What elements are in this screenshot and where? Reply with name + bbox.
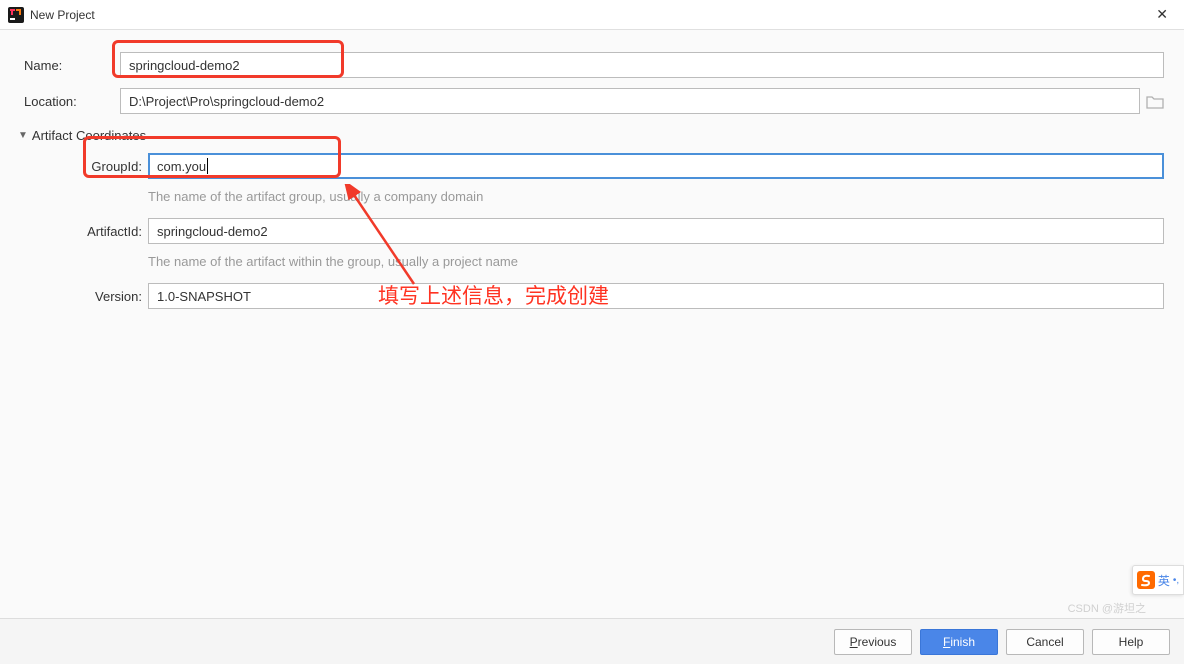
folder-icon[interactable] — [1146, 93, 1164, 109]
cancel-button[interactable]: Cancel — [1006, 629, 1084, 655]
version-input[interactable] — [148, 283, 1164, 309]
location-input[interactable] — [120, 88, 1140, 114]
groupid-row: GroupId: com.you — [48, 153, 1164, 179]
name-row: Name: — [20, 52, 1164, 78]
text-caret — [207, 158, 208, 174]
ime-badge[interactable]: 英 •, — [1132, 565, 1184, 595]
watermark: CSDN @游坦之 — [1068, 600, 1146, 616]
artifactid-hint: The name of the artifact within the grou… — [148, 254, 1164, 269]
groupid-input[interactable]: com.you — [148, 153, 1164, 179]
chevron-down-icon[interactable]: ▼ — [18, 130, 28, 141]
artifact-section-header[interactable]: ▼ Artifact Coordinates — [18, 128, 1164, 143]
location-row: Location: — [20, 88, 1164, 114]
content-area: Name: Location: ▼ Artifact Coordinates G… — [0, 30, 1184, 309]
groupid-label: GroupId: — [48, 159, 148, 174]
section-title: Artifact Coordinates — [32, 128, 146, 143]
name-input[interactable] — [120, 52, 1164, 78]
groupid-hint: The name of the artifact group, usually … — [148, 189, 1164, 204]
artifactid-row: ArtifactId: — [48, 218, 1164, 244]
version-label: Version: — [48, 289, 148, 304]
ime-lang-label: 英 — [1158, 572, 1170, 589]
ime-more-icon: •, — [1173, 575, 1179, 586]
artifactid-label: ArtifactId: — [48, 224, 148, 239]
location-label: Location: — [20, 94, 120, 109]
titlebar: New Project ✕ — [0, 0, 1184, 30]
intellij-icon — [8, 7, 24, 23]
help-button[interactable]: Help — [1092, 629, 1170, 655]
finish-button[interactable]: Finish — [920, 629, 998, 655]
previous-button[interactable]: Previous — [834, 629, 912, 655]
artifactid-input[interactable] — [148, 218, 1164, 244]
window-title: New Project — [30, 8, 1148, 22]
annotation-text: 填写上述信息，完成创建 — [378, 280, 609, 310]
name-label: Name: — [20, 58, 120, 73]
button-bar: Previous Finish Cancel Help — [0, 618, 1184, 664]
close-icon[interactable]: ✕ — [1148, 2, 1176, 27]
sogou-icon — [1137, 571, 1155, 589]
